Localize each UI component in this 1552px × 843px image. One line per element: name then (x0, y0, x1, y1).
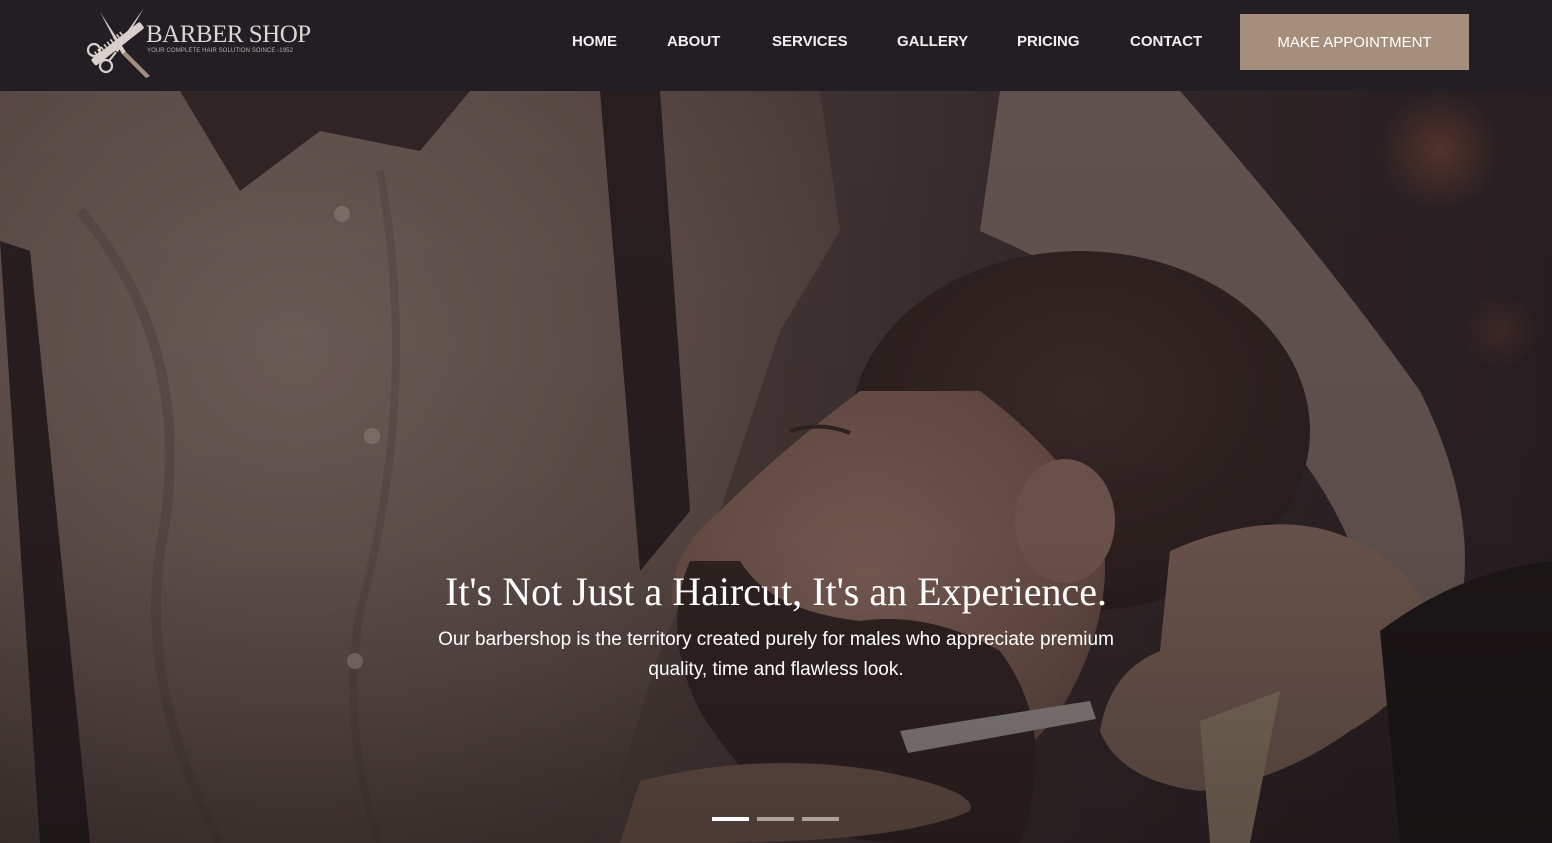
nav-item-gallery[interactable]: GALLERY (897, 33, 968, 51)
nav-item-contact[interactable]: CONTACT (1130, 33, 1202, 51)
nav-item-services[interactable]: SERVICES (772, 33, 848, 51)
hero-headline: It's Not Just a Haircut, It's an Experie… (445, 569, 1107, 614)
slider-dot[interactable] (712, 817, 749, 821)
hero-background-image (0, 91, 1552, 843)
nav-item-about[interactable]: ABOUT (667, 33, 720, 51)
hero-subtext: Our barbershop is the territory created … (438, 629, 1114, 680)
nav-item-home[interactable]: HOME (572, 33, 617, 51)
site-header: BARBER SHOP YOUR COMPLETE HAIR SOLUTION … (0, 0, 1552, 91)
logo[interactable]: BARBER SHOP YOUR COMPLETE HAIR SOLUTION … (80, 4, 340, 80)
brand-tagline: YOUR COMPLETE HAIR SOLUTION SOINCE -1952 (147, 48, 294, 54)
slider-dot[interactable] (757, 817, 794, 821)
hero-slider: It's Not Just a Haircut, It's an Experie… (0, 91, 1552, 843)
make-appointment-button[interactable]: MAKE APPOINTMENT (1240, 14, 1469, 70)
nav-item-pricing[interactable]: PRICING (1017, 33, 1080, 51)
brand-name: BARBER SHOP (146, 21, 311, 48)
slider-dot[interactable] (802, 817, 839, 821)
